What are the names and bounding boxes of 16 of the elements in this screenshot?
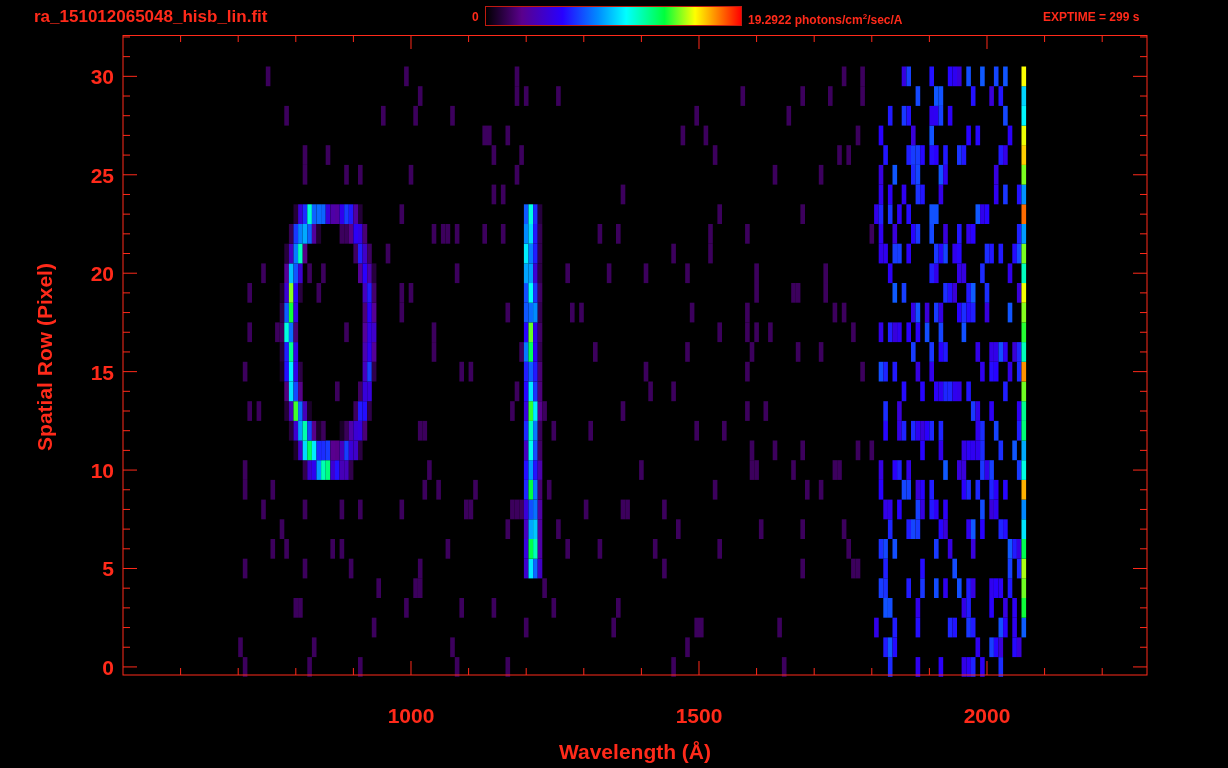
y-tick-label: 30: [90, 65, 114, 89]
y-tick-label: 20: [90, 262, 114, 286]
x-tick-label: 2000: [963, 704, 1011, 727]
y-tick-label: 10: [90, 459, 114, 483]
colorbar-max-label: 19.2922 photons/cm$^{2}$/sec/A: [748, 11, 904, 29]
y-axis-title: Spatial Row (Pixel): [33, 263, 56, 451]
x-tick-label: 1500: [675, 704, 723, 727]
colorbar-min-label: 0: [472, 9, 480, 26]
y-tick-label: 15: [90, 360, 114, 384]
file-name: ra_151012065048_hisb_lin.fit: [34, 6, 269, 28]
exposure-time: EXPTIME = 299 s: [1043, 9, 1140, 26]
y-tick-label: 25: [90, 163, 114, 187]
x-tick-label: 1000: [387, 704, 435, 727]
y-tick-label: 0: [102, 655, 114, 679]
x-axis-title: Wavelength (Å): [558, 740, 712, 763]
y-tick-label: 5: [102, 557, 114, 581]
